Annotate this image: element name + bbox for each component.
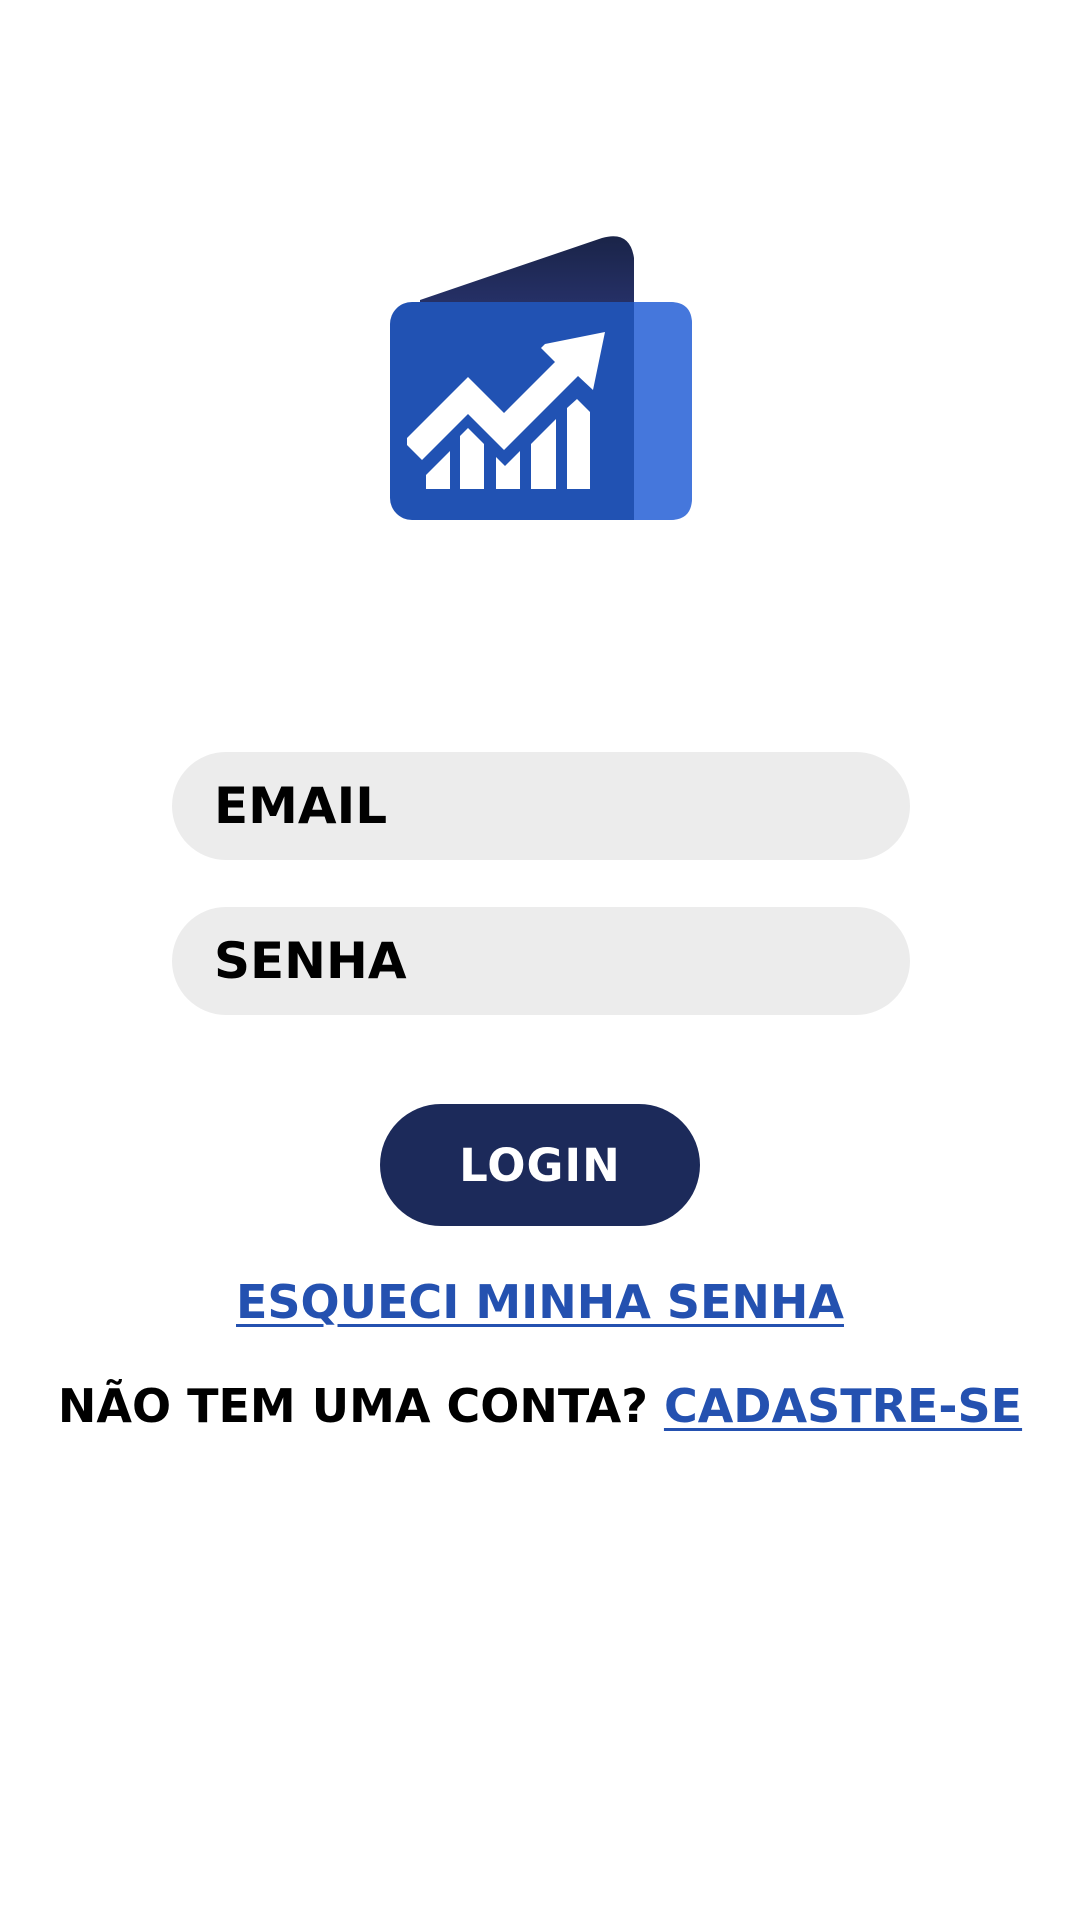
signup-link[interactable]: CADASTRE-SE: [664, 1379, 1022, 1433]
login-button[interactable]: LOGIN: [380, 1104, 700, 1226]
forgot-password-row: ESQUECI MINHA SENHA: [0, 1272, 1080, 1332]
password-input[interactable]: [214, 907, 910, 1015]
signup-row: NÃO TEM UMA CONTA? CADASTRE-SE: [0, 1376, 1080, 1436]
email-input[interactable]: [214, 752, 910, 860]
wallet-growth-chart-icon: [390, 236, 692, 520]
app-logo: [390, 230, 692, 520]
no-account-prompt: NÃO TEM UMA CONTA?: [57, 1379, 648, 1433]
email-field-container: [172, 752, 910, 860]
password-field-container: [172, 907, 910, 1015]
forgot-password-link[interactable]: ESQUECI MINHA SENHA: [236, 1275, 844, 1329]
